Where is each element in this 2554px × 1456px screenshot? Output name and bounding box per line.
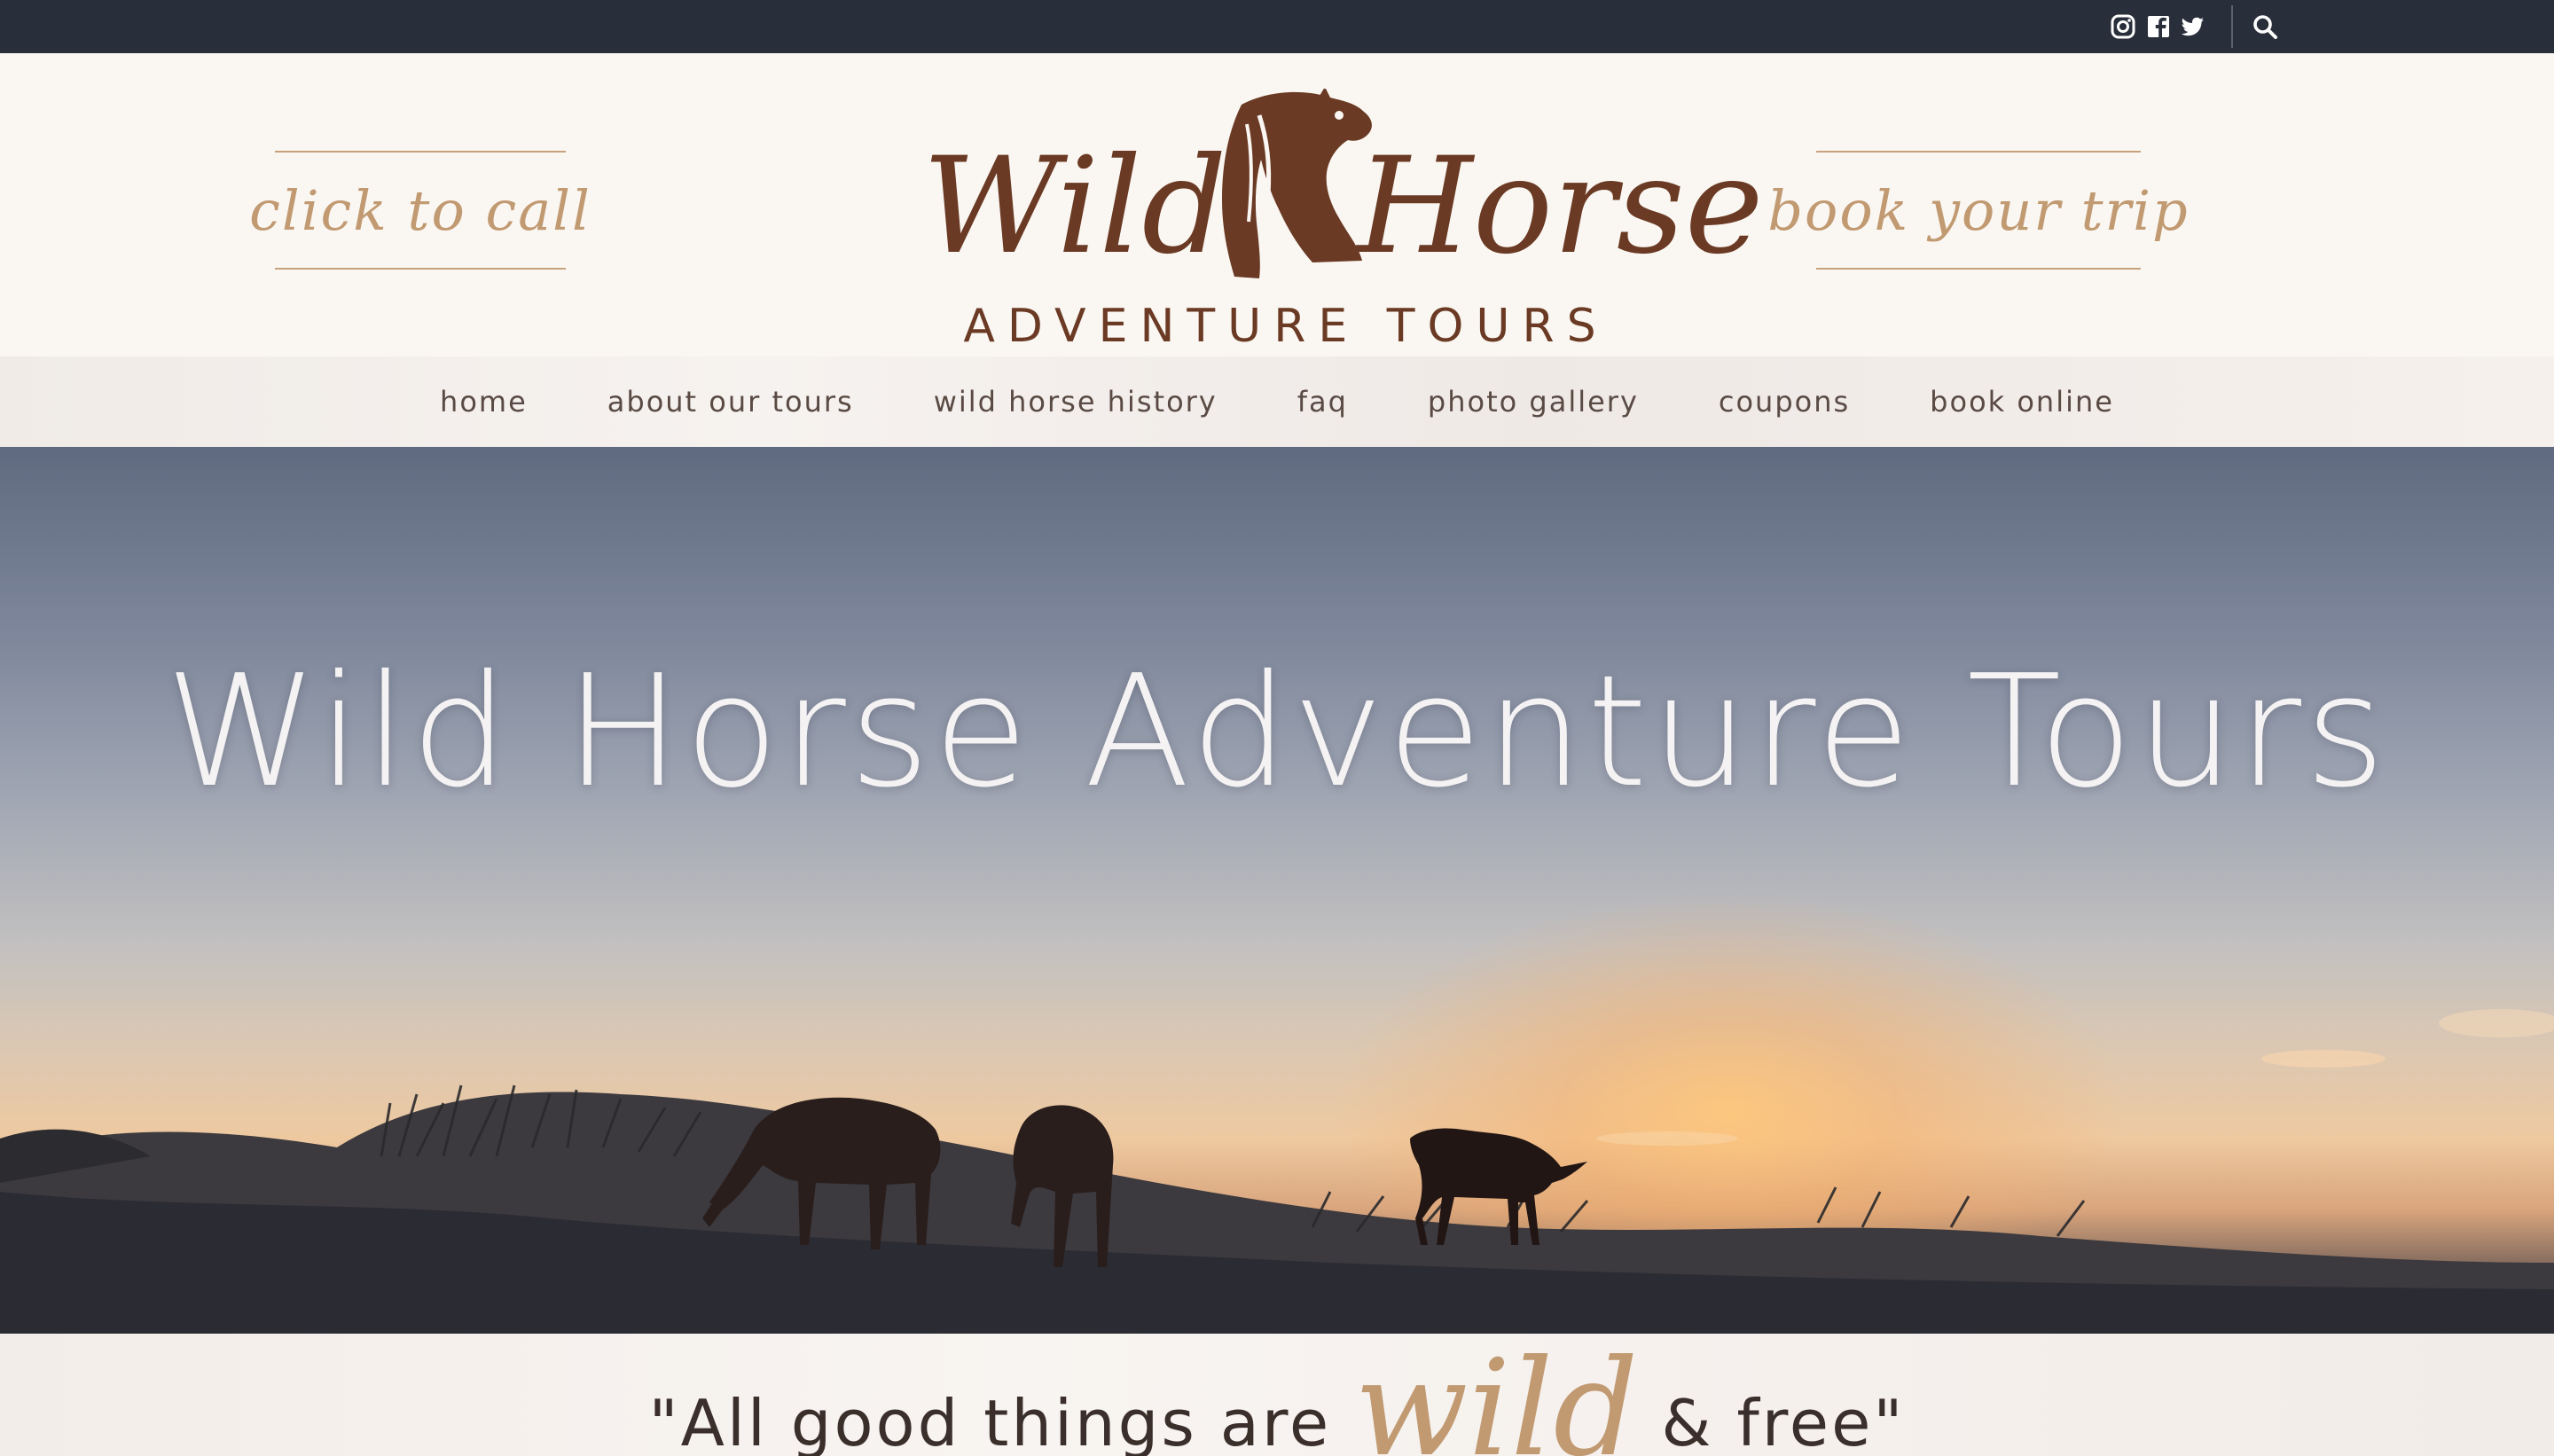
quote-text-after: & free" <box>1638 1386 1906 1456</box>
click-to-call-link[interactable]: click to call <box>249 151 590 270</box>
nav-item-photo-gallery[interactable]: photo gallery <box>1428 385 1639 419</box>
book-your-trip-link[interactable]: book your trip <box>1767 151 2188 270</box>
quote-accent-word: wild <box>1354 1334 1639 1456</box>
logo-word-wild: Wild <box>922 129 1227 284</box>
search-icon[interactable] <box>2251 12 2279 41</box>
main-navigation: home about our tours wild horse history … <box>0 356 2554 447</box>
logo-word-horse: Horse <box>1357 129 1764 284</box>
quote-section: "All good things are wild & free" <box>0 1334 2554 1456</box>
topbar-divider <box>2231 5 2233 48</box>
nav-item-coupons[interactable]: coupons <box>1719 385 1850 419</box>
site-logo[interactable]: Wild Horse ADVENTURE TOURS <box>913 89 1764 355</box>
quote-text: "All good things are wild & free" <box>0 1342 2554 1456</box>
hero-title: Wild Horse Adventure Tours <box>165 642 2389 822</box>
dune-horses-silhouette <box>0 1009 2554 1334</box>
facebook-icon[interactable] <box>2144 12 2173 41</box>
twitter-icon[interactable] <box>2178 12 2206 41</box>
site-header: click to call Wild Horse ADVENTURE TOURS… <box>0 53 2554 356</box>
quote-text-before: "All good things are <box>648 1386 1355 1456</box>
nav-item-home[interactable]: home <box>440 385 528 419</box>
logo-subtitle: ADVENTURE TOURS <box>963 300 1609 353</box>
nav-item-book-online[interactable]: book online <box>1930 385 2114 419</box>
instagram-icon[interactable] <box>2109 12 2137 41</box>
nav-item-wild-horse-history[interactable]: wild horse history <box>934 385 1218 419</box>
nav-item-about-our-tours[interactable]: about our tours <box>607 385 854 419</box>
hero-banner: Wild Horse Adventure Tours <box>0 447 2554 1334</box>
nav-item-faq[interactable]: faq <box>1297 385 1348 419</box>
top-utility-bar <box>0 0 2554 53</box>
